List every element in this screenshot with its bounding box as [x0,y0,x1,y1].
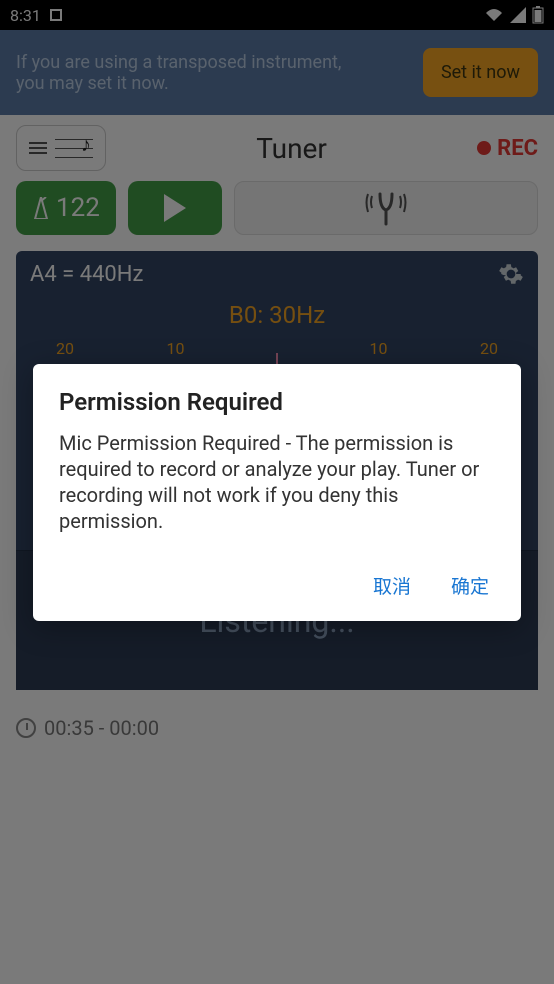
dialog-title: Permission Required [59,388,495,416]
cancel-button[interactable]: 取消 [367,562,417,609]
permission-dialog: Permission Required Mic Permission Requi… [33,364,521,621]
dialog-body: Mic Permission Required - The permission… [59,430,495,534]
modal-overlay: Permission Required Mic Permission Requi… [0,0,554,984]
ok-button[interactable]: 确定 [445,562,495,609]
